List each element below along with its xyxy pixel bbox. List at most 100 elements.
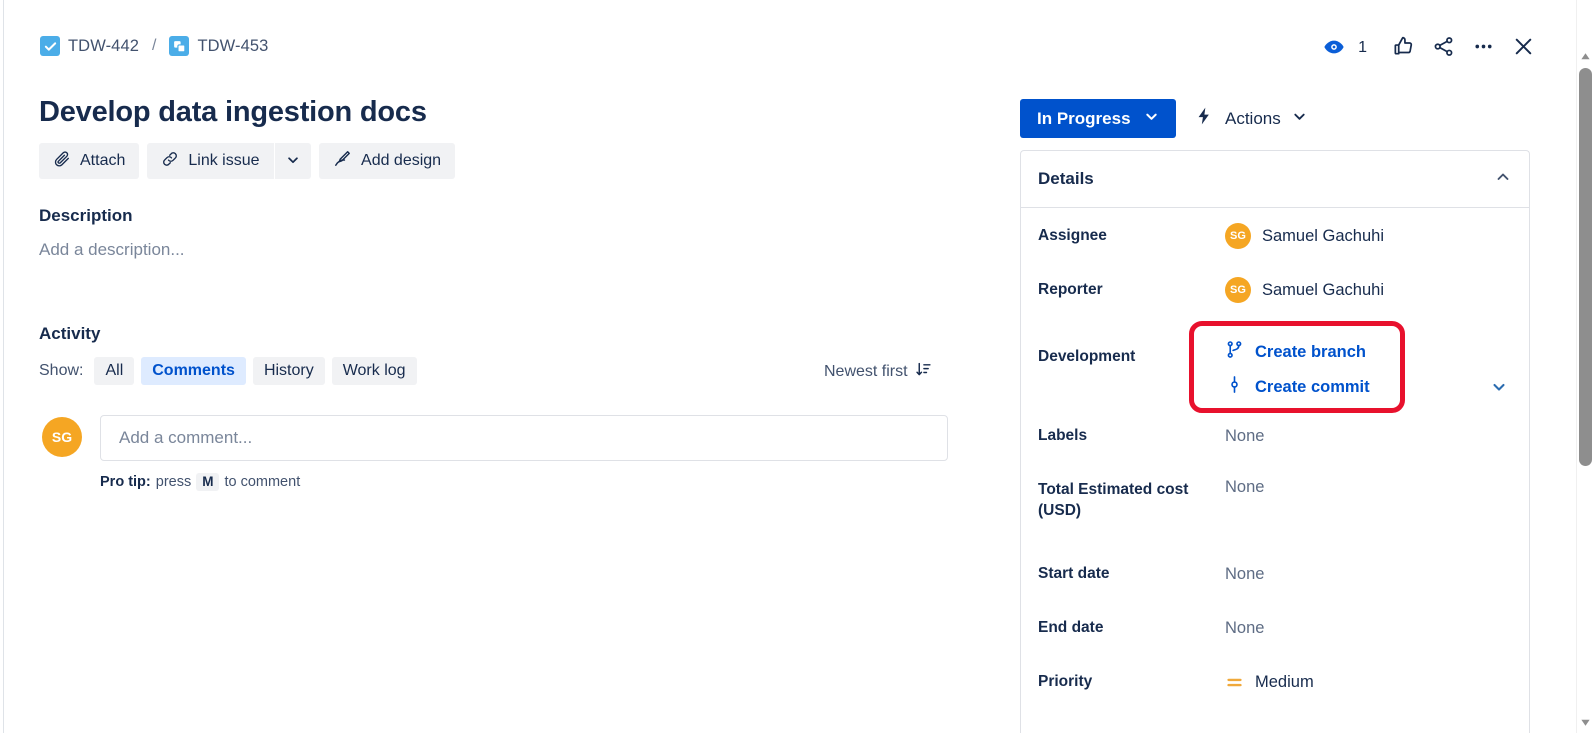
issue-action-buttons: Attach Link issue Add design [39, 143, 456, 179]
branch-icon [1225, 340, 1244, 364]
field-label-end-date: End date [1038, 619, 1104, 636]
vertical-scrollbar[interactable] [1576, 0, 1593, 733]
field-value-start-date[interactable]: None [1225, 560, 1511, 588]
scrollbar-thumb[interactable] [1579, 68, 1592, 466]
add-design-button[interactable]: Add design [319, 143, 456, 179]
details-panel: Details Assignee SG Samuel Gachuhi Repor… [1020, 150, 1530, 733]
page-title[interactable]: Develop data ingestion docs [39, 93, 427, 131]
link-issue-button[interactable]: Link issue [147, 143, 274, 179]
vote-button[interactable] [1385, 30, 1421, 66]
breadcrumb-parent-key[interactable]: TDW-442 [68, 37, 139, 56]
assignee-name: Samuel Gachuhi [1262, 226, 1384, 245]
pro-tip-press: press [155, 474, 192, 490]
add-comment-input[interactable] [100, 415, 948, 461]
watch-count: 1 [1358, 39, 1367, 56]
activity-heading: Activity [39, 324, 101, 343]
task-check-icon [40, 36, 60, 56]
create-commit-link[interactable]: Create commit [1225, 375, 1370, 399]
details-heading: Details [1038, 169, 1094, 188]
show-label: Show: [39, 362, 84, 379]
status-dropdown-button[interactable]: In Progress [1020, 99, 1176, 138]
details-panel-header[interactable]: Details [1021, 151, 1529, 208]
chevron-up-icon[interactable] [1495, 169, 1511, 190]
field-value-priority[interactable]: Medium [1225, 668, 1511, 696]
status-label: In Progress [1037, 108, 1131, 128]
field-reporter: Reporter SG Samuel Gachuhi [1021, 276, 1529, 330]
actions-dropdown-button[interactable]: Actions [1182, 99, 1319, 138]
description-heading: Description [39, 206, 133, 225]
scroll-up-arrow-icon[interactable] [1577, 48, 1593, 65]
close-icon [1511, 34, 1536, 62]
breadcrumb-separator: / [152, 37, 157, 54]
add-design-label: Add design [361, 152, 442, 169]
pro-tip-prefix: Pro tip: [100, 474, 151, 490]
top-action-bar: 1 [1316, 30, 1541, 66]
field-label-reporter: Reporter [1038, 281, 1103, 298]
link-issue-label: Link issue [188, 152, 260, 169]
details-field-list: Assignee SG Samuel Gachuhi Reporter SG S… [1021, 208, 1529, 722]
chevron-down-icon [1144, 109, 1159, 129]
subtask-icon [169, 36, 190, 56]
priority-medium-icon [1225, 673, 1244, 692]
paperclip-icon [53, 150, 71, 173]
avatar: SG [1225, 277, 1251, 303]
thumbs-up-icon [1392, 35, 1415, 61]
attach-label: Attach [80, 152, 126, 169]
field-end-date: End date None [1021, 614, 1529, 668]
lightning-bolt-icon [1194, 106, 1214, 131]
actions-label: Actions [1225, 108, 1281, 128]
pro-tip-suffix: to comment [224, 474, 301, 490]
field-label-assignee: Assignee [1038, 227, 1107, 244]
scroll-down-arrow-icon[interactable] [1577, 714, 1593, 731]
field-value-development: Create branch Create commit [1225, 330, 1511, 399]
activity-filter-work-log[interactable]: Work log [331, 357, 417, 385]
link-issue-split-button: Link issue [147, 143, 312, 179]
field-assignee: Assignee SG Samuel Gachuhi [1021, 222, 1529, 276]
field-priority: Priority Medium [1021, 668, 1529, 722]
breadcrumb: TDW-442 / TDW-453 [40, 36, 268, 56]
attach-button[interactable]: Attach [39, 143, 140, 179]
sort-order-button[interactable]: Newest first [818, 357, 938, 387]
create-commit-label: Create commit [1255, 377, 1370, 396]
field-development: Development Create branch Create commit [1021, 330, 1529, 422]
activity-filter-row: Show: All Comments History Work log [39, 357, 417, 385]
field-start-date: Start date None [1021, 560, 1529, 614]
create-branch-link[interactable]: Create branch [1225, 340, 1370, 364]
share-button[interactable] [1425, 30, 1461, 66]
field-label-total-estimated-cost: Total Estimated cost (USD) [1038, 481, 1189, 519]
more-options-button[interactable] [1465, 30, 1501, 66]
link-issue-dropdown-button[interactable] [275, 143, 312, 179]
field-label-start-date: Start date [1038, 565, 1110, 582]
link-icon [161, 150, 179, 173]
field-label-development: Development [1038, 348, 1136, 365]
development-expand-chevron-down-icon[interactable] [1487, 375, 1511, 399]
activity-filter-comments[interactable]: Comments [141, 357, 246, 385]
field-labels: Labels None [1021, 422, 1529, 476]
watch-button[interactable] [1316, 30, 1352, 66]
activity-filter-all[interactable]: All [94, 357, 135, 385]
close-button[interactable] [1505, 30, 1541, 66]
field-value-reporter[interactable]: SG Samuel Gachuhi [1225, 276, 1511, 304]
pro-tip: Pro tip: press M to comment [100, 473, 300, 491]
create-branch-label: Create branch [1255, 342, 1366, 361]
field-label-labels: Labels [1038, 427, 1088, 444]
left-edge-divider [0, 0, 4, 733]
pro-tip-key: M [196, 473, 220, 491]
sort-label: Newest first [824, 363, 908, 380]
priority-value: Medium [1255, 672, 1314, 691]
sort-descending-icon [915, 361, 932, 383]
field-value-assignee[interactable]: SG Samuel Gachuhi [1225, 222, 1511, 250]
field-value-labels[interactable]: None [1225, 422, 1511, 450]
field-value-end-date[interactable]: None [1225, 614, 1511, 642]
activity-filter-history[interactable]: History [252, 357, 325, 385]
avatar: SG [42, 417, 82, 457]
field-value-total-estimated-cost[interactable]: None [1225, 476, 1511, 504]
chevron-down-icon [286, 153, 300, 170]
eye-icon [1323, 36, 1345, 61]
commit-icon [1225, 375, 1244, 399]
description-placeholder[interactable]: Add a description... [39, 240, 185, 260]
design-pen-icon [333, 149, 352, 173]
development-links: Create branch Create commit [1225, 340, 1370, 399]
breadcrumb-current-key[interactable]: TDW-453 [197, 37, 268, 56]
more-options-icon [1472, 35, 1495, 61]
